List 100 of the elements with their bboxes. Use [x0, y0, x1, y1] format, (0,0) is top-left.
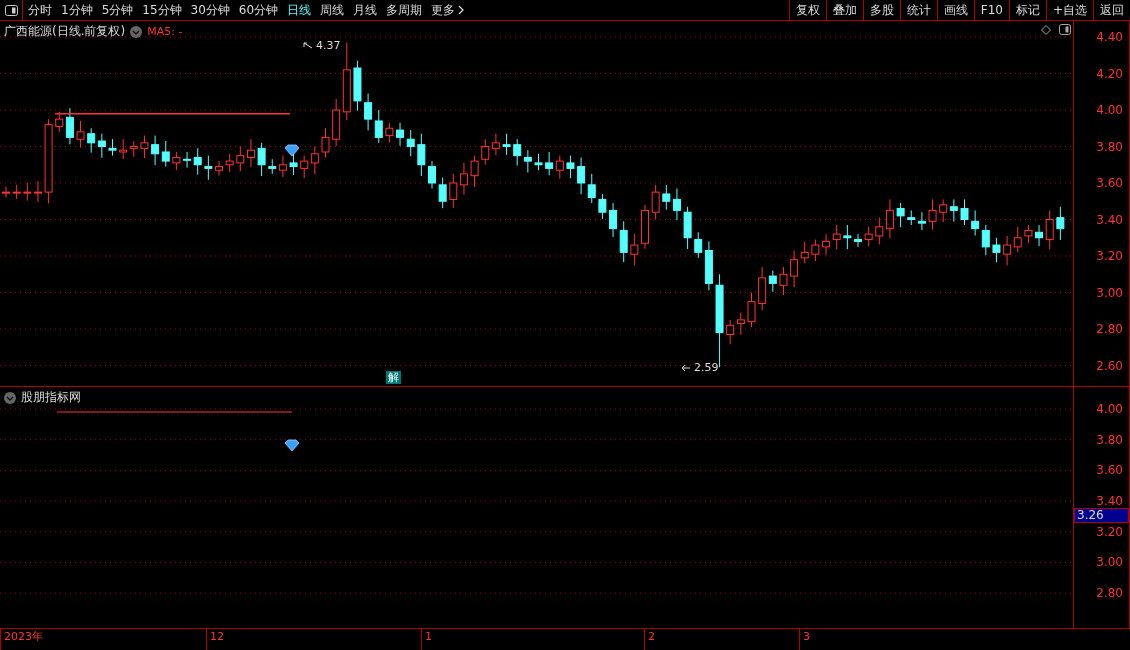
candle — [310, 146, 319, 175]
toolbar-button[interactable]: 复权 — [788, 0, 826, 20]
axis-label: 4.20 — [1095, 66, 1124, 81]
candle — [33, 180, 42, 203]
toolbar-button[interactable]: +自选 — [1045, 0, 1093, 20]
candle — [385, 122, 394, 143]
candle — [523, 149, 532, 173]
indicator-title: 股朋指标网 — [21, 389, 81, 406]
candle — [23, 182, 32, 201]
axis-label: 3.60 — [1095, 176, 1124, 190]
panel-toggle-icon[interactable] — [1059, 24, 1071, 35]
candle — [960, 198, 969, 226]
candle — [939, 198, 948, 223]
period-tab[interactable]: 60分钟 — [238, 1, 279, 19]
axis-label: 3.00 — [1095, 555, 1124, 570]
diamond-outline-icon[interactable] — [1041, 25, 1051, 35]
candle — [481, 138, 490, 166]
candle — [854, 233, 862, 248]
candle — [268, 158, 277, 175]
candle — [459, 162, 468, 196]
candle — [630, 233, 639, 266]
current-value-label: 3.26 — [1074, 508, 1129, 523]
axis-label: 4.40 — [1095, 30, 1124, 44]
axis-label: 2.60 — [1095, 358, 1124, 373]
candle — [545, 151, 554, 176]
axis-label: 2.80 — [1095, 586, 1124, 601]
candle — [374, 109, 383, 144]
candle — [747, 292, 756, 328]
candle — [864, 226, 873, 247]
candle — [353, 60, 362, 112]
date-label: 2023年 — [0, 629, 206, 650]
leader-arrow-icon — [303, 42, 313, 50]
toolbar-button[interactable]: 统计 — [899, 0, 937, 20]
period-tab[interactable]: 日线 — [287, 1, 312, 19]
axis-label: 3.80 — [1095, 432, 1124, 447]
candle — [928, 198, 937, 231]
candle — [151, 135, 160, 166]
candle — [406, 129, 415, 157]
candle — [779, 266, 788, 296]
candle — [641, 204, 649, 250]
period-tab[interactable]: 月线 — [353, 1, 378, 19]
date-label: 1 — [421, 629, 644, 650]
candle — [438, 177, 447, 209]
candle — [907, 209, 916, 226]
candle — [843, 224, 852, 250]
candle — [971, 209, 980, 237]
candle — [236, 146, 245, 172]
candle — [513, 138, 522, 166]
candle — [428, 160, 436, 189]
candle — [12, 184, 21, 200]
period-tab[interactable]: 多周期 — [386, 1, 423, 19]
toolbar-button[interactable]: 叠加 — [825, 0, 863, 20]
toolbar-button[interactable]: 返回 — [1093, 0, 1130, 20]
candle — [108, 138, 117, 157]
toolbar-button[interactable]: 标记 — [1008, 0, 1046, 20]
axis-label: 3.20 — [1095, 249, 1124, 263]
toolbar-button[interactable]: 多股 — [862, 0, 900, 20]
candle — [651, 184, 660, 220]
period-tab[interactable]: 5分钟 — [101, 1, 134, 19]
candle — [76, 120, 85, 149]
period-tab[interactable]: 分时 — [28, 1, 52, 19]
candle — [811, 239, 820, 262]
toolbar-button[interactable]: 画线 — [936, 0, 974, 20]
candle — [992, 237, 1001, 263]
panel-toggle-icon[interactable] — [4, 4, 18, 16]
chevron-down-icon[interactable] — [4, 391, 16, 404]
axis-label: 2.80 — [1095, 322, 1124, 336]
date-label: 2 — [644, 629, 799, 650]
candle — [225, 153, 234, 173]
date-label: 3 — [799, 629, 1130, 650]
candle — [129, 140, 138, 158]
candle — [981, 224, 990, 256]
candle — [683, 206, 692, 250]
axis-label: 3.20 — [1095, 524, 1124, 539]
candle — [1024, 224, 1033, 244]
period-tab[interactable]: 周线 — [320, 1, 345, 19]
period-tab[interactable]: 更多 — [431, 1, 465, 19]
candle — [577, 156, 586, 195]
axis-label: 3.40 — [1095, 494, 1124, 509]
candle — [396, 122, 405, 147]
chevron-right-icon — [458, 5, 465, 15]
diamond-icon — [284, 144, 300, 157]
candle — [449, 173, 458, 209]
candle — [140, 135, 149, 159]
axis-label: 3.40 — [1095, 212, 1124, 227]
axis-label: 4.00 — [1095, 103, 1124, 117]
toolbar-button[interactable]: F10 — [973, 0, 1009, 20]
candle — [470, 155, 479, 188]
candle — [119, 138, 128, 160]
badge[interactable]: 解 — [386, 371, 401, 384]
candle — [172, 151, 181, 171]
candle — [1003, 235, 1012, 266]
period-tab[interactable]: 30分钟 — [190, 1, 230, 19]
period-tab[interactable]: 15分钟 — [142, 1, 182, 19]
candle — [949, 198, 958, 223]
candle — [364, 93, 373, 131]
chevron-down-icon[interactable] — [130, 25, 143, 38]
candle — [491, 133, 500, 156]
period-tab[interactable]: 1分钟 — [61, 1, 93, 19]
candle — [321, 127, 330, 158]
